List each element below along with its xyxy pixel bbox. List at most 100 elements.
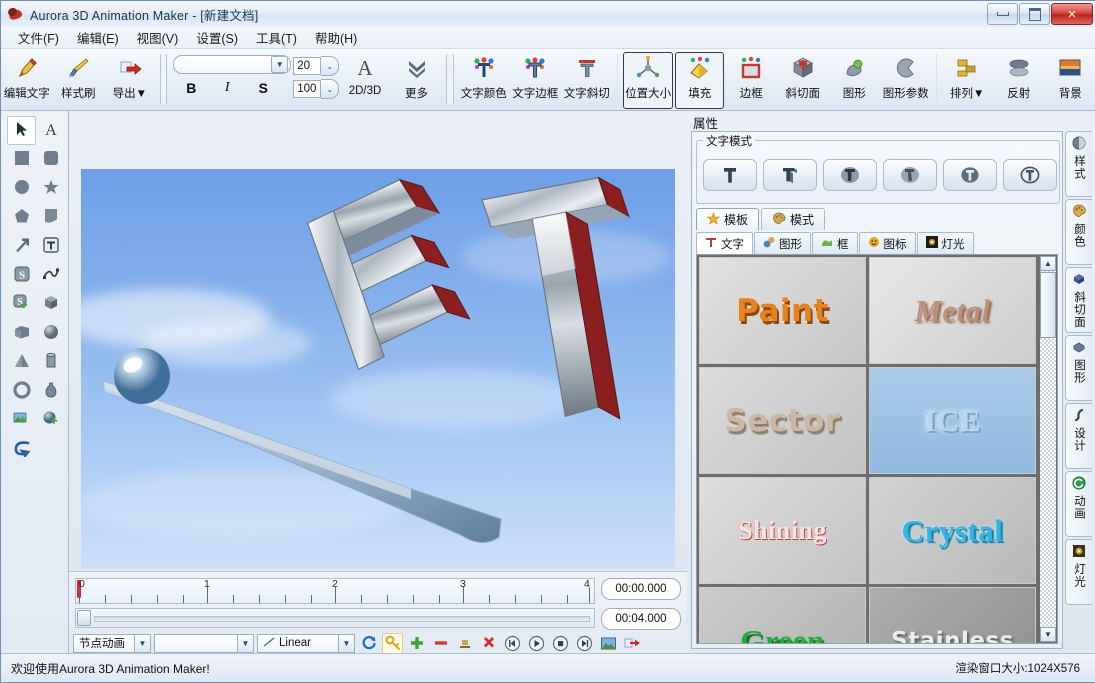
vase-tool[interactable]	[36, 377, 65, 406]
select-arrow-tool[interactable]	[7, 116, 36, 145]
more-button[interactable]: 更多	[392, 52, 442, 109]
rounded-square-tool[interactable]	[36, 145, 65, 174]
sidetab-animation[interactable]: 动画	[1065, 471, 1092, 537]
text-mode-round[interactable]	[883, 159, 937, 191]
template-item-green[interactable]: Green	[699, 587, 866, 643]
chevron-down-icon-easing[interactable]: ▼	[338, 634, 354, 652]
cube-tool[interactable]	[36, 290, 65, 319]
text-mode-bevel[interactable]	[823, 159, 877, 191]
swirl-tool[interactable]	[7, 435, 36, 464]
box-tool[interactable]	[7, 319, 36, 348]
template-item-ice[interactable]: ICE	[869, 367, 1036, 474]
animation-type-select[interactable]: 节点动画 ▼	[73, 633, 151, 653]
sidetab-color[interactable]: 颜色	[1065, 199, 1092, 265]
easing-select[interactable]: Linear ▼	[257, 633, 355, 653]
export-button[interactable]: 导出▼	[105, 52, 155, 109]
subtab-shape[interactable]: 图形	[754, 232, 811, 254]
text-box-tool[interactable]	[36, 232, 65, 261]
cone-tool[interactable]	[7, 348, 36, 377]
double-chevron-down-icon-2[interactable]: ⌄	[321, 79, 340, 99]
stop-button[interactable]	[550, 633, 571, 654]
menu-help[interactable]: 帮助(H)	[306, 26, 366, 49]
edit-text-button[interactable]: 编辑文字	[2, 52, 52, 109]
current-time-field[interactable]: 00:00.000	[601, 578, 681, 600]
sidetab-light[interactable]: 灯光	[1065, 539, 1092, 605]
sphere-tool[interactable]	[36, 319, 65, 348]
subtab-frame[interactable]: 框	[812, 232, 858, 254]
subtab-text[interactable]: 文字	[696, 232, 753, 254]
scroll-up-button[interactable]: ▲	[1040, 256, 1056, 271]
strikethrough-button[interactable]: S	[245, 77, 281, 98]
fill-button[interactable]: 填充	[674, 52, 725, 109]
text-mode-extrude[interactable]	[763, 159, 817, 191]
delete-button[interactable]	[478, 633, 499, 654]
template-item-metal[interactable]: Metal	[869, 257, 1036, 364]
scroll-down-button[interactable]: ▼	[1040, 627, 1056, 642]
target-object-select[interactable]: ▼	[154, 633, 254, 653]
image-tool[interactable]	[7, 406, 36, 435]
close-button[interactable]: ✕	[1051, 3, 1093, 25]
torus-tool[interactable]	[7, 377, 36, 406]
star-tool[interactable]	[36, 174, 65, 203]
template-item-crystal[interactable]: Crystal	[869, 477, 1036, 584]
tab-mode[interactable]: 模式	[761, 208, 826, 230]
add-object-tool[interactable]	[36, 406, 65, 435]
sidetab-style[interactable]: 样式	[1065, 131, 1092, 197]
cylinder-tool[interactable]	[36, 348, 65, 377]
sidetab-shape[interactable]: 图形	[1065, 335, 1092, 401]
scroll-thumb[interactable]	[1040, 272, 1056, 338]
border-button[interactable]: 边框	[726, 52, 776, 109]
maximize-button[interactable]	[1019, 3, 1050, 25]
position-size-button[interactable]: 位置大小	[623, 52, 673, 109]
arrow-shape-tool[interactable]	[7, 232, 36, 261]
remove-keyframe-button[interactable]	[430, 633, 451, 654]
pentagon-tool[interactable]	[7, 203, 36, 232]
text-tool[interactable]: A	[36, 116, 65, 145]
text-border-button[interactable]: 文字边框	[511, 52, 561, 109]
export-timeline-button[interactable]	[622, 633, 643, 654]
menu-view[interactable]: 视图(V)	[128, 26, 188, 49]
double-chevron-down-icon[interactable]: ⌄	[321, 56, 340, 76]
sidetab-design[interactable]: 设计	[1065, 403, 1092, 469]
text-bevel-button[interactable]: 文字斜切	[562, 52, 612, 109]
template-item-paint[interactable]: Paint	[699, 257, 866, 364]
background-button[interactable]: 背景	[1045, 52, 1095, 109]
italic-button[interactable]: I	[209, 77, 245, 98]
3d-viewport[interactable]	[81, 169, 675, 569]
timeline-scroll-track[interactable]	[94, 616, 590, 622]
subtab-light[interactable]: 灯光	[916, 232, 974, 254]
chevron-down-icon-anim[interactable]: ▼	[134, 634, 150, 652]
shape-button[interactable]: 图形	[830, 52, 880, 109]
chevron-down-icon[interactable]: ▼	[271, 56, 289, 73]
template-item-shining[interactable]: Shining	[699, 477, 866, 584]
forward-button[interactable]	[574, 633, 595, 654]
add-keyframe-button[interactable]	[406, 633, 427, 654]
timeline-ruler[interactable]: 0 1 2 3 4	[75, 578, 595, 604]
preview-button[interactable]	[598, 633, 619, 654]
loop-button[interactable]	[358, 633, 379, 654]
2d3d-button[interactable]: A 2D/3D	[340, 52, 390, 109]
depth-stepper[interactable]: 100 ⌄	[293, 79, 340, 99]
reflection-button[interactable]: 反射	[994, 52, 1044, 109]
menu-settings[interactable]: 设置(S)	[187, 26, 247, 49]
fold-shape-tool[interactable]	[36, 203, 65, 232]
text-color-button[interactable]: 文字颜色	[459, 52, 509, 109]
sidetab-bevel[interactable]: 斜切面	[1065, 267, 1092, 333]
circle-tool[interactable]	[7, 174, 36, 203]
tab-template[interactable]: 模板	[696, 208, 760, 230]
path-tool[interactable]	[36, 261, 65, 290]
menu-file[interactable]: 文件(F)	[9, 26, 68, 49]
chevron-down-icon-target[interactable]: ▼	[237, 634, 253, 652]
text-mode-flat[interactable]	[703, 159, 757, 191]
menu-tools[interactable]: 工具(T)	[247, 26, 306, 49]
template-item-sector[interactable]: Sector	[699, 367, 866, 474]
svg-shape-tool[interactable]: S	[7, 261, 36, 290]
template-scrollbar[interactable]: ▲ ▼	[1040, 256, 1056, 642]
menu-edit[interactable]: 编辑(E)	[68, 26, 128, 49]
text-mode-emboss[interactable]	[943, 159, 997, 191]
add-svg-tool[interactable]: S	[7, 290, 36, 319]
shape-params-button[interactable]: 图形参数	[881, 52, 931, 109]
subtab-icon[interactable]: 图标	[858, 232, 916, 254]
font-family-select[interactable]: ▼	[173, 55, 292, 74]
bevel-face-button[interactable]: 斜切面	[778, 52, 828, 109]
